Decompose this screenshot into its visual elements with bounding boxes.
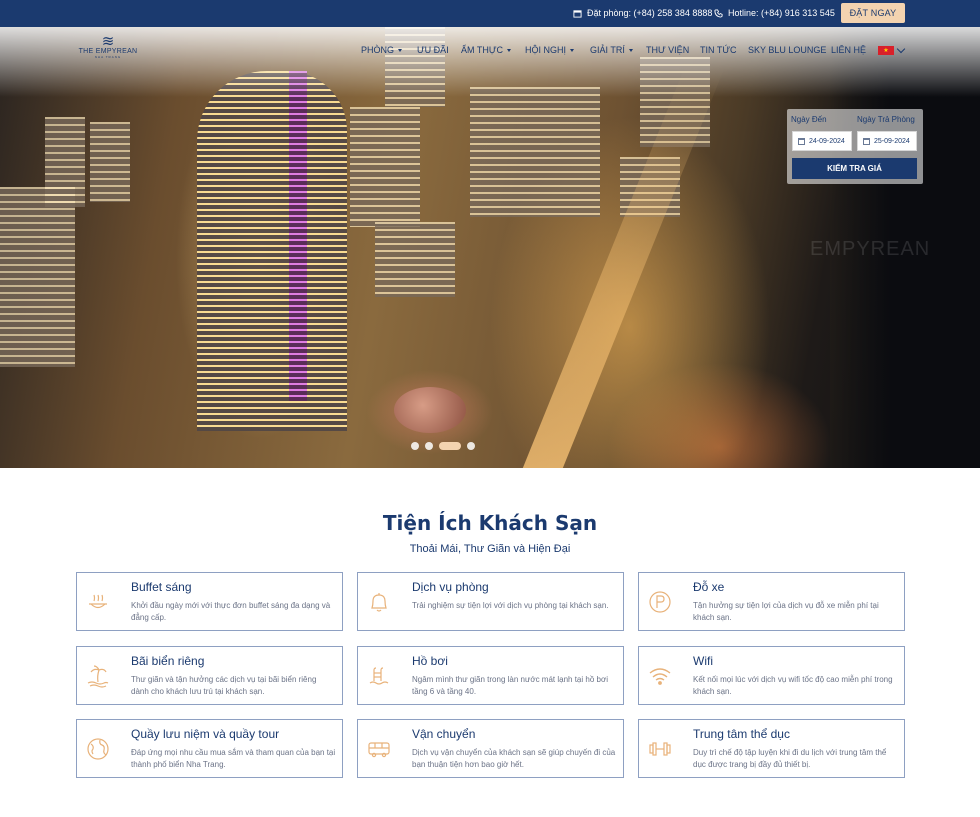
- nav-label: ƯU ĐÃI: [417, 45, 449, 55]
- amenity-card-room-service[interactable]: Dịch vụ phòng Trải nghiệm sự tiện lợi vớ…: [357, 572, 624, 631]
- amenity-title: Hồ bơi: [412, 654, 448, 668]
- caret-down-icon: [570, 48, 575, 52]
- hotel-tower: [197, 71, 347, 431]
- dome-building: [394, 387, 466, 433]
- nav-label: GIẢI TRÍ: [590, 45, 625, 55]
- breakfast-icon: [89, 594, 107, 609]
- amenity-title: Quầy lưu niệm và quầy tour: [131, 727, 280, 741]
- amenity-title: Trung tâm thể dục: [693, 727, 790, 741]
- amenity-desc: Trải nghiệm sự tiện lợi với dịch vụ phòn…: [412, 601, 609, 610]
- building: [375, 222, 455, 297]
- amenity-desc: Kết nối mọi lúc với dịch vụ wifi tốc độ …: [693, 675, 893, 696]
- book-now-button[interactable]: ĐẶT NGAY: [841, 3, 905, 23]
- hotline-phone[interactable]: Hotline: (+84) 916 313 545: [714, 8, 835, 18]
- nav-dining[interactable]: ẨM THỰC: [461, 45, 512, 55]
- amenity-desc: Tận hưởng sự tiện lợi của dịch vụ đỗ xe …: [693, 601, 879, 622]
- nav-label: HỘI NGHỊ: [525, 45, 567, 55]
- globe-icon: [87, 738, 109, 760]
- amenity-title: Buffet sáng: [131, 580, 192, 594]
- pool-icon: [369, 667, 389, 685]
- parking-icon: [649, 591, 671, 613]
- building: [45, 117, 85, 207]
- checkin-date-value: 24-09-2024: [809, 137, 845, 145]
- nav-entertainment[interactable]: GIẢI TRÍ: [590, 45, 633, 55]
- amenity-title: Wifi: [693, 654, 713, 668]
- amenity-desc: Ngâm mình thư giãn trong làn nước mát lạ…: [412, 675, 608, 696]
- beach-icon: [87, 665, 109, 688]
- logo-sub: NHA TRANG: [94, 55, 122, 59]
- checkout-date-field[interactable]: 25-09-2024: [857, 131, 917, 151]
- amenity-desc: Đáp ứng mọi nhu cầu mua sắm và tham quan…: [131, 748, 336, 769]
- checkin-label: Ngày Đến: [791, 115, 827, 124]
- nav-label: SKY BLU LOUNGE: [748, 45, 827, 55]
- nav-news[interactable]: TIN TỨC: [700, 45, 737, 55]
- checkout-date-value: 25-09-2024: [874, 137, 910, 145]
- amenity-card-pool[interactable]: Hồ bơi Ngâm mình thư giãn trong làn nước…: [357, 646, 624, 705]
- amenity-card-wifi[interactable]: Wifi Kết nối mọi lúc với dịch vụ wifi tố…: [638, 646, 905, 705]
- amenity-card-breakfast[interactable]: Buffet sáng Khởi đầu ngày mới với thực đ…: [76, 572, 343, 631]
- amenities-subtitle: Thoải Mái, Thư Giãn và Hiện Đại: [409, 543, 571, 555]
- building: [350, 107, 420, 227]
- amenities-title: Tiện Ích Khách Sạn: [382, 511, 598, 535]
- amenity-card-parking[interactable]: Đỗ xe Tận hưởng sự tiện lợi của dịch vụ …: [638, 572, 905, 631]
- hotel-logo[interactable]: ≋ THE EMPYREAN NHA TRANG: [75, 34, 141, 66]
- amenity-title: Dịch vụ phòng: [412, 580, 489, 594]
- checkin-date-field[interactable]: 24-09-2024: [792, 131, 852, 151]
- calendar-icon: [573, 9, 582, 18]
- check-rates-button[interactable]: KIỂM TRA GIÁ: [792, 158, 917, 179]
- amenity-card-souvenir-tour[interactable]: Quầy lưu niệm và quầy tour Đáp ứng mọi n…: [76, 719, 343, 778]
- caret-down-icon: [398, 48, 403, 52]
- slider-dots: [411, 442, 475, 450]
- nav-offers[interactable]: ƯU ĐÃI: [417, 45, 449, 55]
- calendar-icon: [863, 137, 870, 145]
- wifi-icon: [649, 668, 671, 685]
- slider-dot-active[interactable]: [439, 442, 461, 450]
- reservation-phone[interactable]: Đặt phòng: (+84) 258 384 8888: [573, 8, 712, 18]
- nav-rooms[interactable]: PHÒNG: [361, 45, 403, 55]
- amenity-desc: Dịch vụ vận chuyển của khách sạn sẽ giúp…: [412, 748, 616, 769]
- amenity-card-transport[interactable]: Vận chuyển Dịch vụ vận chuyển của khách …: [357, 719, 624, 778]
- dumbbell-icon: [649, 742, 671, 756]
- bus-icon: [368, 742, 390, 758]
- hero-watermark: EMPYREAN: [810, 238, 931, 260]
- nav-label: ẨM THỰC: [461, 45, 504, 55]
- phone-icon: [714, 8, 723, 18]
- amenity-card-fitness[interactable]: Trung tâm thể dục Duy trì chế độ tập luy…: [638, 719, 905, 778]
- nav-meetings[interactable]: HỘI NGHỊ: [525, 45, 575, 55]
- amenity-card-private-beach[interactable]: Bãi biển riêng Thư giãn và tận hưởng các…: [76, 646, 343, 705]
- amenity-title: Bãi biển riêng: [131, 654, 205, 668]
- reservation-text: Đặt phòng: (+84) 258 384 8888: [587, 8, 713, 18]
- slider-dot[interactable]: [425, 442, 433, 450]
- nav-label: PHÒNG: [361, 45, 395, 55]
- amenity-desc: Duy trì chế độ tập luyện khi đi du lịch …: [693, 748, 887, 769]
- amenity-title: Vận chuyển: [412, 727, 476, 741]
- nav-contact[interactable]: LIÊN HỆ: [831, 45, 866, 55]
- top-bar: Đặt phòng: (+84) 258 384 8888 Hotline: (…: [0, 0, 980, 27]
- booking-widget: Ngày Đến Ngày Trả Phòng 24-09-2024 25-09…: [787, 109, 923, 184]
- nav-gallery[interactable]: THƯ VIỆN: [646, 45, 689, 55]
- amenity-desc: Thư giãn và tận hưởng các dịch vụ tại bã…: [131, 675, 317, 696]
- logo-mark-icon: ≋: [101, 32, 115, 50]
- building: [90, 122, 130, 202]
- building: [0, 187, 75, 367]
- vietnam-flag-icon[interactable]: ★: [878, 46, 894, 55]
- hotline-text: Hotline: (+84) 916 313 545: [728, 8, 835, 18]
- nav-label: THƯ VIỆN: [646, 45, 690, 55]
- logo-name: THE EMPYREAN: [78, 48, 138, 55]
- bell-icon: [371, 593, 387, 612]
- caret-down-icon: [628, 48, 633, 52]
- nav-label: TIN TỨC: [700, 45, 737, 55]
- amenity-desc: Khởi đầu ngày mới với thực đơn buffet sá…: [131, 601, 331, 622]
- slider-dot[interactable]: [467, 442, 475, 450]
- building: [470, 87, 600, 217]
- calendar-icon: [798, 137, 805, 145]
- caret-down-icon: [507, 48, 512, 52]
- slider-dot[interactable]: [411, 442, 419, 450]
- nav-label: LIÊN HỆ: [831, 45, 867, 55]
- checkout-label: Ngày Trả Phòng: [857, 115, 915, 124]
- sky-fade: [0, 27, 980, 97]
- amenity-title: Đỗ xe: [693, 580, 725, 594]
- nav-sky-blu-lounge[interactable]: SKY BLU LOUNGE: [748, 45, 826, 55]
